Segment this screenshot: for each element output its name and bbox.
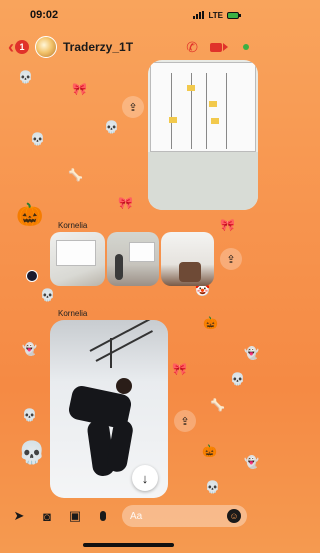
sticker-decoration-icon: 👻 [244, 346, 259, 360]
message-photo-whiteboard[interactable] [148, 60, 258, 210]
home-indicator [83, 543, 174, 547]
photo-thumbnail[interactable] [160, 232, 214, 286]
sticker-decoration-icon: 💀 [40, 288, 55, 302]
message-input[interactable]: Aa ☺ [122, 505, 247, 527]
share-icon: ⇪ [180, 415, 190, 428]
whiteboard-image [150, 62, 256, 152]
photo-thumbnail[interactable] [50, 232, 106, 286]
chat-header: ‹ 1 Traderzy_1T ✆ [0, 33, 257, 61]
battery-icon [227, 11, 241, 19]
message-input-placeholder: Aa [130, 510, 143, 522]
message-photo-group[interactable] [50, 232, 214, 286]
smiley-icon[interactable]: ☺ [227, 509, 241, 523]
scroll-down-button[interactable]: ↓ [132, 465, 158, 491]
online-status-dot [243, 44, 249, 50]
chat-title[interactable]: Traderzy_1T [63, 40, 133, 54]
video-camera-icon[interactable] [210, 42, 228, 52]
phone-icon[interactable]: ✆ [186, 39, 198, 56]
chevron-left-icon: ‹ [8, 36, 14, 57]
sticker-decoration-icon: 🎀 [118, 196, 133, 210]
sticker-decoration-icon: 💀 [205, 480, 220, 494]
network-type: LTE [208, 10, 223, 20]
sticker-decoration-icon: 💀 [30, 132, 45, 146]
pumpkin-icon: 🎃 [203, 316, 218, 330]
share-icon: ⇪ [128, 101, 138, 114]
header-actions: ✆ [186, 39, 249, 56]
sticker-decoration-icon: 🎀 [72, 82, 87, 96]
share-button[interactable]: ⇪ [220, 248, 242, 270]
microphone-icon[interactable] [94, 509, 112, 524]
sticker-decoration-icon: 💀 [230, 372, 245, 386]
avatar[interactable] [26, 270, 38, 282]
camera-icon[interactable]: ◙ [38, 509, 56, 524]
sticker-decoration-icon: 🎀 [220, 218, 235, 232]
unread-count-badge: 1 [15, 40, 29, 54]
status-indicators: LTE [193, 10, 241, 20]
image-icon[interactable]: ▣ [66, 508, 84, 524]
pumpkin-icon: 🎃 [16, 202, 44, 227]
group-avatar[interactable] [35, 36, 57, 58]
sticker-decoration-icon: 🦴 [210, 398, 225, 412]
arrow-down-icon: ↓ [141, 470, 149, 486]
sticker-decoration-icon: 👻 [244, 455, 259, 469]
sticker-decoration-icon: 💀 [22, 408, 37, 422]
back-button[interactable]: ‹ 1 [8, 37, 29, 58]
share-icon: ⇪ [226, 253, 236, 266]
photo-thumbnail[interactable] [107, 232, 159, 286]
share-button[interactable]: ⇪ [174, 410, 196, 432]
sticker-decoration-icon: 💀 [18, 70, 33, 84]
message-composer: ➤ ◙ ▣ Aa ☺ [0, 502, 257, 530]
share-button[interactable]: ⇪ [122, 96, 144, 118]
status-bar: 09:02 LTE [0, 0, 257, 30]
sticker-decoration-icon: 💀 [104, 120, 119, 134]
pumpkin-icon: 🎃 [202, 444, 217, 458]
signal-icon [193, 11, 205, 19]
sticker-decoration-icon: 🦴 [68, 168, 83, 182]
sender-name: Kornelia [58, 221, 88, 230]
photo-floor-area [148, 152, 258, 210]
sticker-decoration-icon: 👻 [22, 342, 37, 356]
sender-name: Kornelia [58, 309, 88, 318]
status-time: 09:02 [30, 9, 59, 21]
skull-icon: 💀 [18, 440, 46, 465]
location-arrow-icon[interactable]: ➤ [10, 508, 28, 524]
sticker-decoration-icon: 🎀 [172, 362, 187, 376]
